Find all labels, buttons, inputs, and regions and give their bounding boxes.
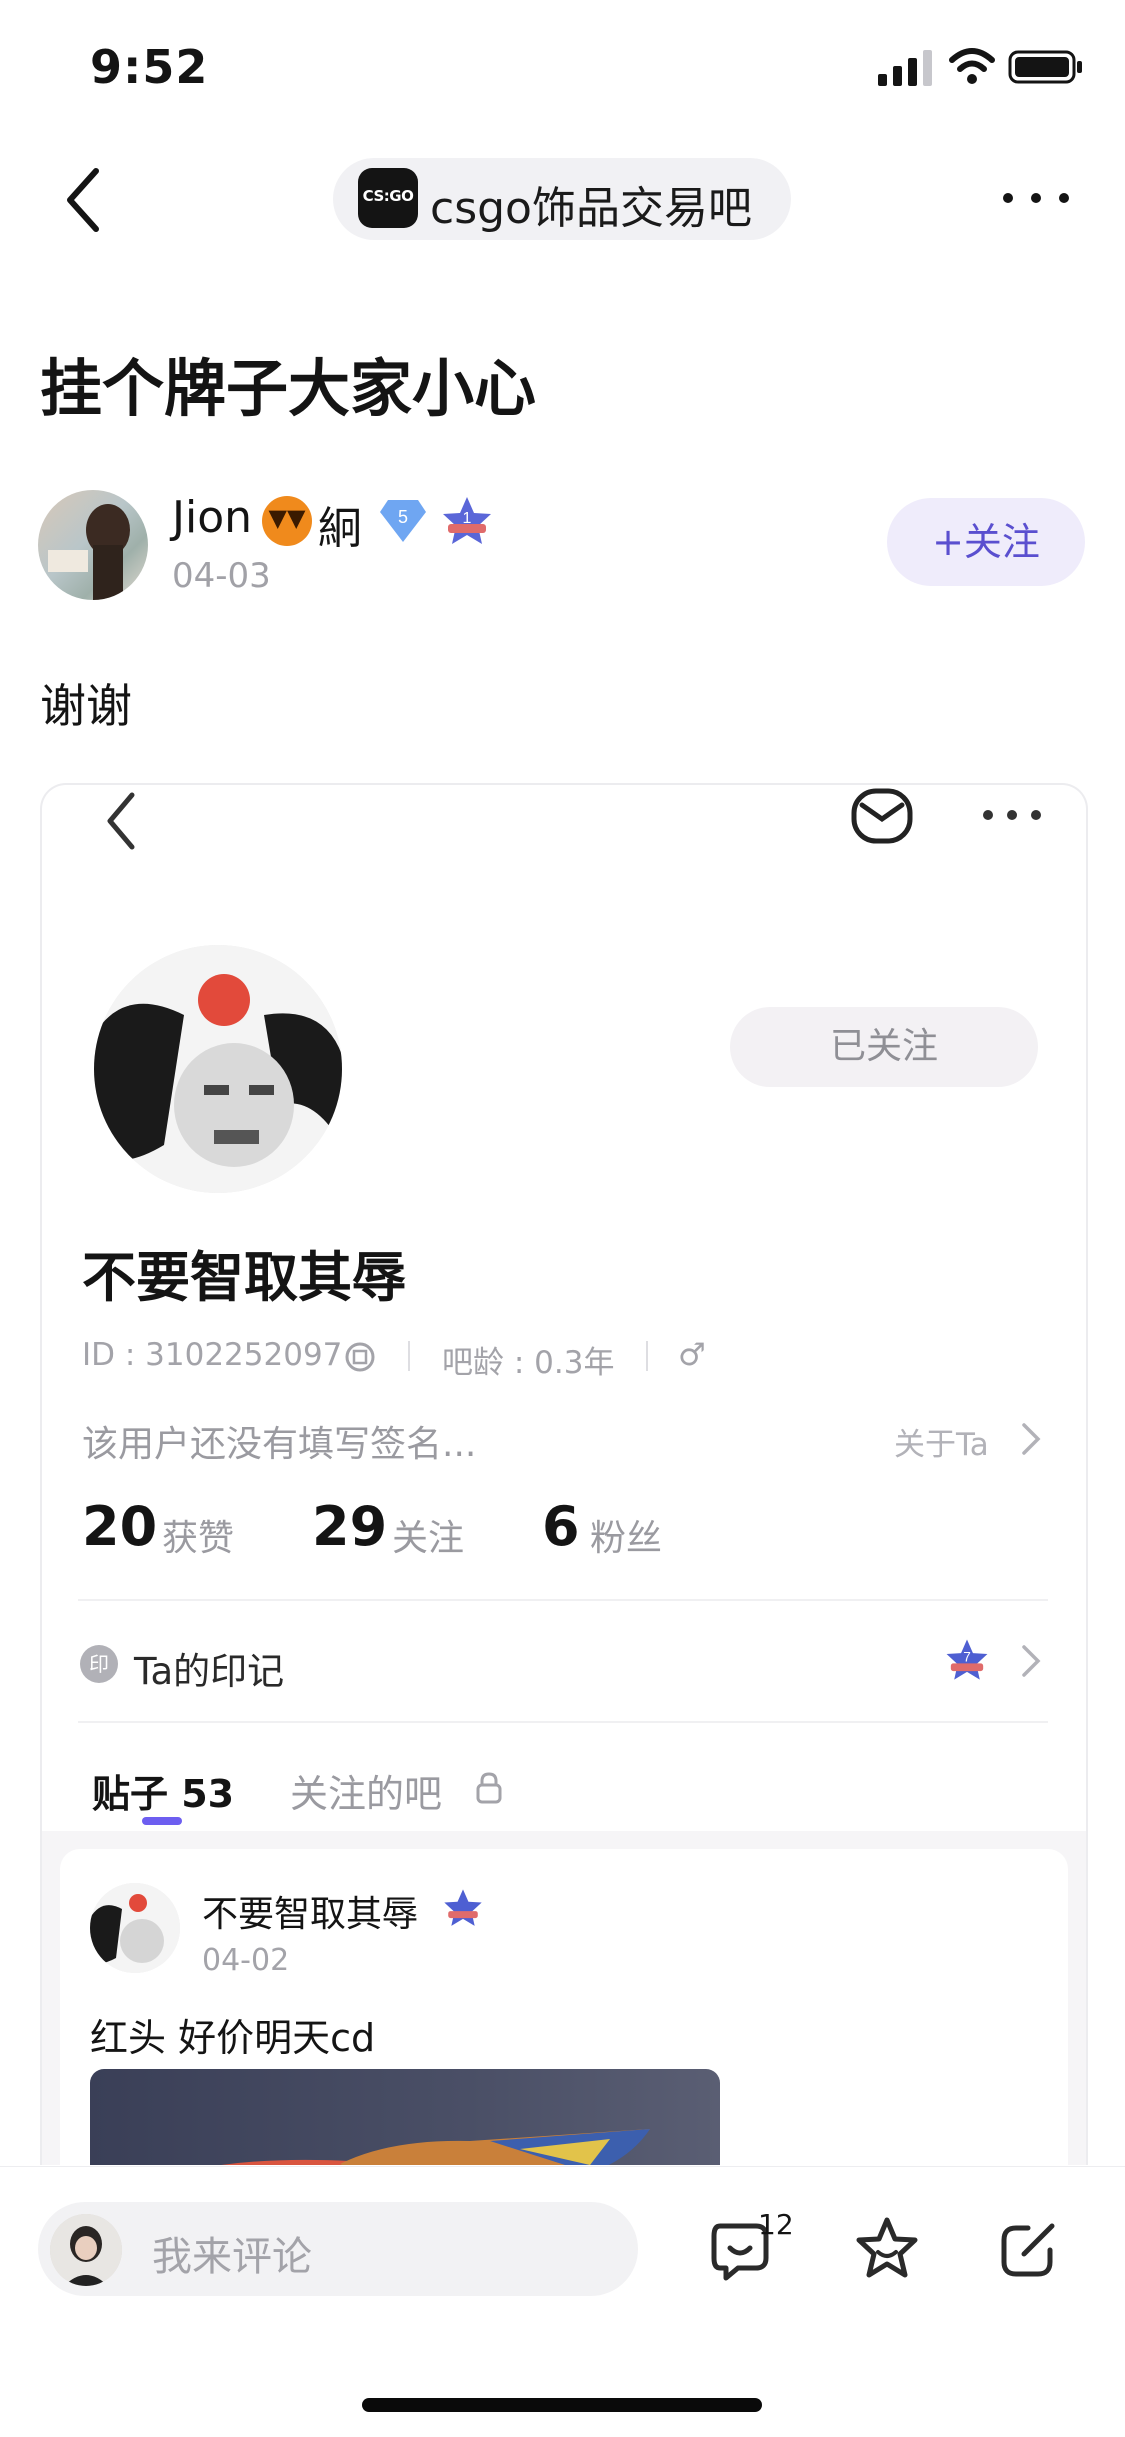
- star-level-badge-icon: 1: [443, 497, 491, 544]
- status-time: 9:52: [90, 40, 209, 94]
- home-indicator: [362, 2398, 762, 2412]
- tab-followed-forums: 关注的吧: [290, 1772, 443, 1816]
- chevron-right-icon: [1022, 1645, 1041, 1677]
- stat-following-label: 关注: [392, 1518, 465, 1559]
- embedded-back-icon: [107, 792, 135, 850]
- divider: [78, 1721, 1048, 1723]
- author-avatar[interactable]: [38, 490, 148, 600]
- embedded-followed-button: 已关注: [730, 1007, 1038, 1087]
- forum-logo: CS:GO: [358, 168, 418, 228]
- meta-divider: [408, 1341, 410, 1371]
- comment-count: 12: [758, 2208, 794, 2241]
- stat-likes-label: 获赞: [162, 1518, 235, 1559]
- meta-divider: [646, 1341, 648, 1371]
- embedded-signature: 该用户还没有填写签名...: [82, 1424, 477, 1465]
- svg-text:5: 5: [398, 507, 408, 527]
- copy-icon: [345, 1342, 375, 1372]
- pumpkin-icon: ▼▼: [262, 496, 312, 546]
- stat-fans-label: 粉丝: [590, 1518, 663, 1559]
- comment-placeholder[interactable]: 我来评论: [152, 2224, 312, 2282]
- embedded-user-id: ID : 3102252097: [82, 1337, 343, 1373]
- svg-text:1: 1: [463, 510, 472, 527]
- back-icon[interactable]: [60, 165, 108, 235]
- card-date: 04-02: [202, 1943, 290, 1978]
- embedded-forum-age: 吧龄 : 0.3年: [442, 1345, 615, 1381]
- post-date: 04-03: [172, 556, 271, 596]
- card-username: 不要智取其辱: [202, 1894, 419, 1935]
- embedded-screenshot[interactable]: 已关注 不要智取其辱 ID : 3102252097 吧龄 : 0.3年 ♂ 该…: [40, 783, 1088, 2165]
- embedded-more-icon: [983, 810, 1041, 820]
- card-avatar: [90, 1883, 180, 1973]
- embedded-seal-label: Ta的印记: [134, 1650, 285, 1693]
- post-title: 挂个牌子大家小心: [40, 352, 537, 425]
- star-icon[interactable]: [852, 2214, 922, 2284]
- post-body: 谢谢: [40, 679, 132, 733]
- chevron-right-icon: [1022, 1423, 1041, 1455]
- seal-badge-icon: 7: [946, 1639, 988, 1680]
- card-badge-icon: [444, 1889, 482, 1926]
- share-icon[interactable]: [998, 2216, 1062, 2280]
- embedded-mail-icon: [851, 788, 913, 844]
- tab-posts: 贴子 53: [92, 1772, 235, 1816]
- gem-level-badge-icon: 5: [380, 500, 426, 542]
- stat-following-value: 29: [312, 1495, 388, 1558]
- lock-icon: [476, 1772, 502, 1804]
- stat-likes-value: 20: [82, 1495, 158, 1558]
- card-knife-image: [90, 2069, 720, 2165]
- card-text: 红头 好价明天cd: [90, 2016, 376, 2060]
- signal-icon: [878, 50, 932, 86]
- battery-icon: [1008, 50, 1082, 84]
- more-icon[interactable]: [1000, 183, 1072, 213]
- my-avatar: [50, 2214, 122, 2286]
- comment-input[interactable]: [38, 2202, 638, 2296]
- follow-button[interactable]: +关注: [887, 498, 1085, 586]
- svg-text:7: 7: [963, 1650, 971, 1665]
- divider: [78, 1599, 1048, 1601]
- wifi-icon: [949, 48, 995, 84]
- forum-name[interactable]: csgo饰品交易吧: [430, 172, 752, 236]
- author-name[interactable]: Jion: [172, 492, 252, 543]
- gender-male-icon: ♂: [678, 1337, 706, 1373]
- tab-active-indicator: [142, 1817, 182, 1825]
- embedded-username: 不要智取其辱: [82, 1246, 406, 1309]
- seal-icon: 印: [80, 1645, 118, 1683]
- embedded-about-link: 关于Ta: [894, 1427, 989, 1463]
- embedded-avatar: [94, 945, 342, 1193]
- author-name-tail: 絅: [318, 503, 362, 554]
- stat-fans-value: 6: [542, 1495, 580, 1558]
